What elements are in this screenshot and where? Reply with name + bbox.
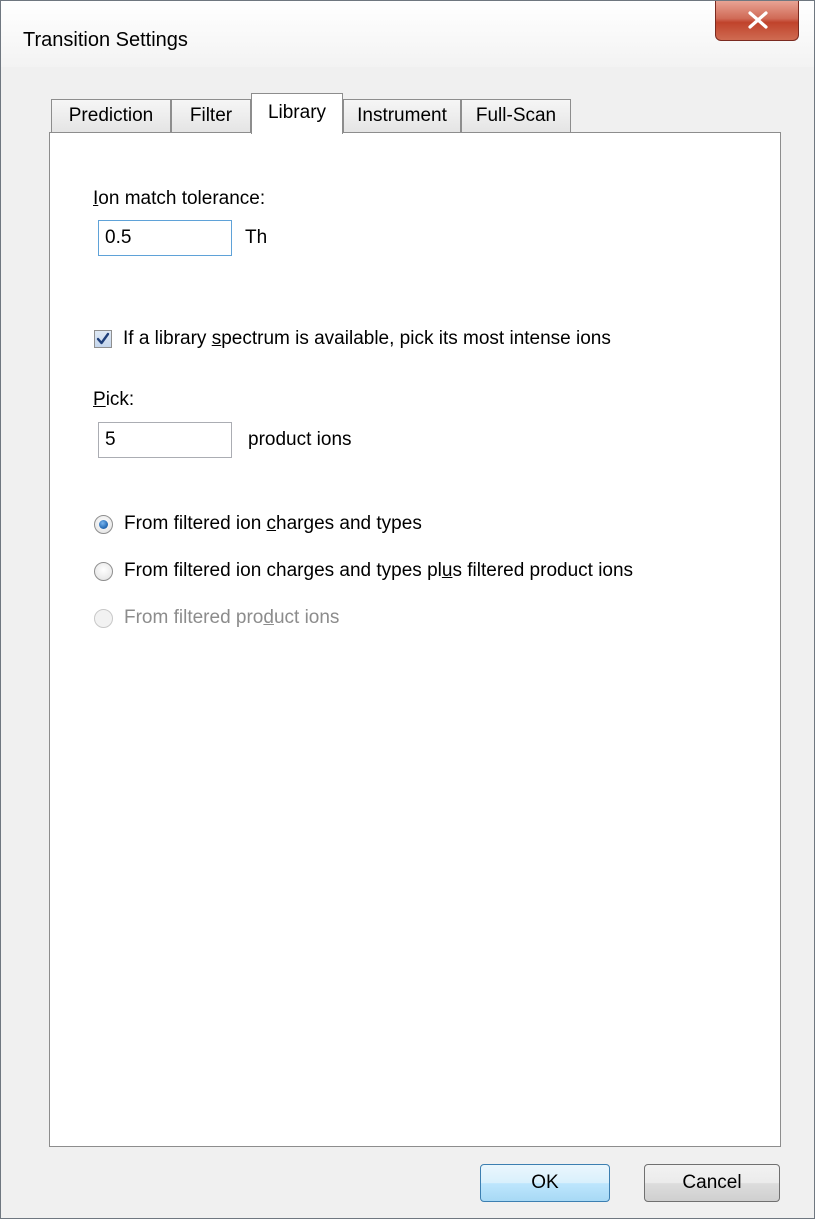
pick-count-unit: product ions xyxy=(248,429,352,450)
transition-settings-dialog: Transition Settings Prediction Filter Li… xyxy=(0,0,815,1219)
pick-intense-ions-label[interactable]: If a library spectrum is available, pick… xyxy=(123,328,611,350)
radio-selected-dot xyxy=(99,520,108,529)
radio-product-ions-label[interactable]: From filtered product ions xyxy=(124,607,339,629)
ok-button[interactable]: OK xyxy=(480,1164,610,1202)
checkmark-icon xyxy=(96,332,110,345)
library-tab-panel: Ion match tolerance: 0.5 Th If a library… xyxy=(49,132,781,1147)
tab-prediction[interactable]: Prediction xyxy=(51,99,171,133)
ion-match-tolerance-label: Ion match tolerance: xyxy=(93,188,266,209)
radio-charges-types[interactable] xyxy=(94,515,113,534)
tab-filter-label: Filter xyxy=(189,105,233,126)
tab-library-label: Library xyxy=(267,102,327,123)
radio-charges-types-label[interactable]: From filtered ion charges and types xyxy=(124,513,422,535)
ion-match-tolerance-input[interactable]: 0.5 xyxy=(98,220,232,256)
pick-label: Pick: xyxy=(93,389,135,410)
radio-product-ions[interactable] xyxy=(94,609,113,628)
pick-count-input[interactable]: 5 xyxy=(98,422,232,458)
ion-match-tolerance-unit: Th xyxy=(245,227,268,248)
close-icon xyxy=(748,11,768,29)
tab-instrument-label: Instrument xyxy=(357,105,447,126)
cancel-button[interactable]: Cancel xyxy=(644,1164,780,1202)
pick-intense-ions-checkbox[interactable] xyxy=(94,330,112,348)
tab-instrument[interactable]: Instrument xyxy=(343,99,461,133)
title-bar[interactable]: Transition Settings xyxy=(1,1,814,67)
tab-filter[interactable]: Filter xyxy=(171,99,251,133)
tab-library[interactable]: Library xyxy=(251,93,343,134)
radio-charges-types-plus-product-label[interactable]: From filtered ion charges and types plus… xyxy=(124,560,633,582)
tab-prediction-label: Prediction xyxy=(68,105,154,126)
tab-full-scan-label: Full-Scan xyxy=(475,105,557,126)
window-title: Transition Settings xyxy=(23,29,188,51)
close-button[interactable] xyxy=(715,1,799,41)
tab-full-scan[interactable]: Full-Scan xyxy=(461,99,571,133)
radio-charges-types-plus-product[interactable] xyxy=(94,562,113,581)
